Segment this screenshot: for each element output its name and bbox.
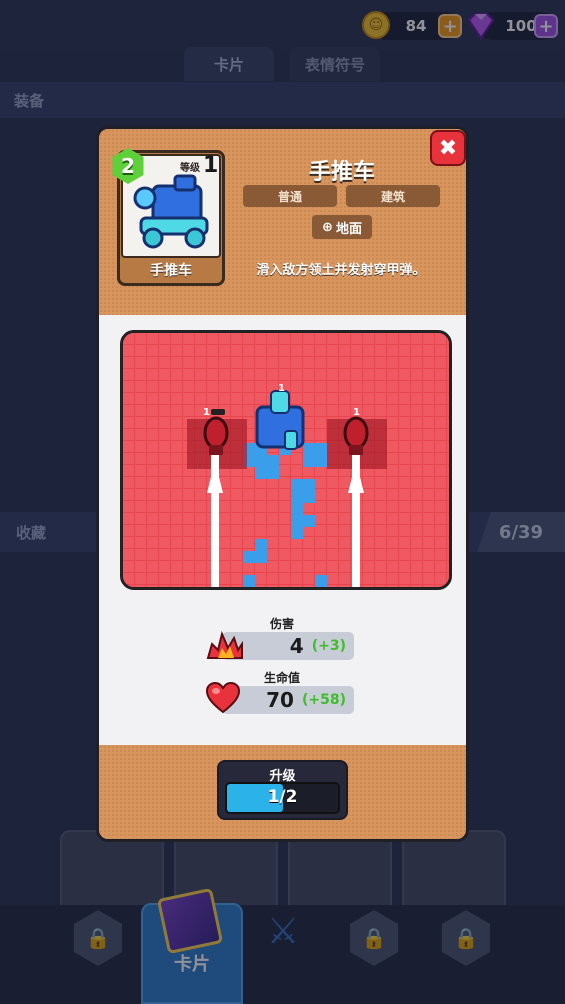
level-label: 等级 <box>180 163 200 174</box>
fire-icon <box>206 630 243 659</box>
type-tag: 建筑 <box>346 185 440 207</box>
card-description: 滑入敌方领土并发射穿甲弹。 <box>256 263 426 278</box>
target-icon: ⊕ <box>322 219 333 235</box>
upgrade-progress-text: 1/2 <box>267 787 298 807</box>
unit-level-label: 1 <box>353 407 360 418</box>
gameplay-preview: 1 1 1 <box>120 330 452 590</box>
stat-bar-health: 70 (+58) <box>222 686 354 714</box>
heart-icon <box>206 682 240 714</box>
target-type: ⊕ 地面 <box>312 215 372 239</box>
unit-level-label: 1 <box>278 383 285 394</box>
card-name: 手推车 <box>150 263 192 279</box>
preview-field: 1 1 1 <box>123 333 449 587</box>
rarity-tag: 普通 <box>243 185 337 207</box>
level-value: 1 <box>203 153 219 178</box>
stat-value-health: 70 <box>266 688 294 712</box>
target-label: 地面 <box>335 221 362 237</box>
stat-increase-damage: (+3) <box>311 638 346 654</box>
card-title: 手推车 <box>308 160 375 185</box>
stat-increase-health: (+58) <box>301 692 346 708</box>
enemy-health-bar <box>211 409 225 415</box>
stat-value-damage: 4 <box>289 634 304 658</box>
close-button[interactable]: ✖ <box>430 130 466 166</box>
stat-label-health: 生命值 <box>263 671 300 685</box>
unit-level-label: 1 <box>203 407 210 418</box>
